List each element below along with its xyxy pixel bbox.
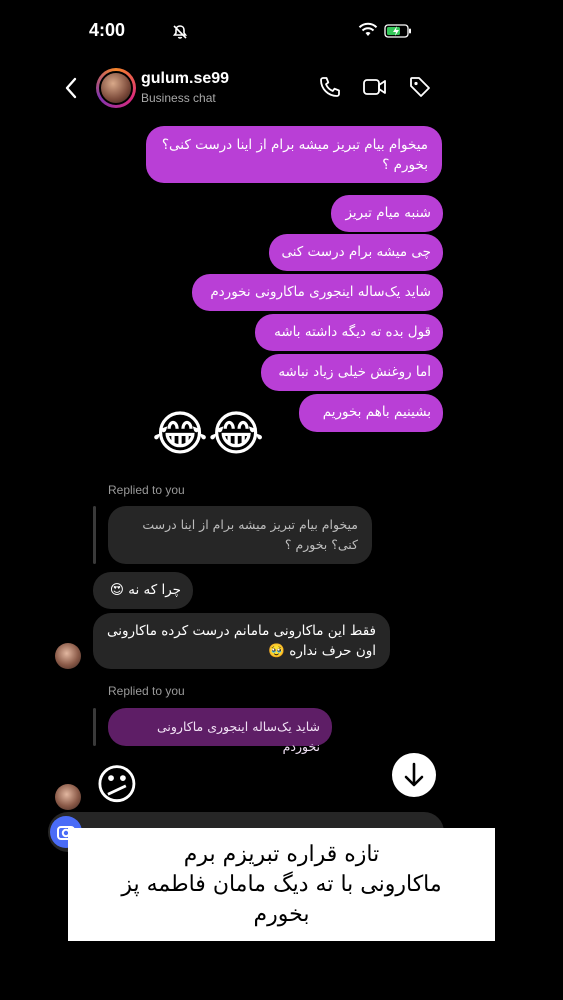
sender-avatar[interactable] [55,643,81,669]
replied-label: Replied to you [108,684,185,698]
message-sent[interactable]: شنبه میام تبریز [331,195,443,232]
message-sent[interactable]: بشینیم باهم بخوریم [299,394,443,432]
confused-emoji-message[interactable]: 😕 [95,758,139,812]
laughing-emoji-message[interactable]: 😂😂 [152,404,264,464]
message-sent[interactable]: قول بده ته دیگه داشته باشه [255,314,443,351]
caption-line-3: بخورم [253,902,310,927]
status-time: 4:00 [89,20,126,40]
battery-charging-icon [384,23,412,42]
profile-avatar[interactable] [96,68,136,108]
message-received[interactable]: چرا که نه 😍 [93,572,193,609]
chat-header: gulum.se99 Business chat [44,62,449,114]
quote-bar [93,506,96,564]
phone-icon[interactable] [318,75,342,103]
caption-overlay: تازه قراره تبریزم برم ماکارونی با ته دیگ… [68,828,495,941]
message-sent[interactable]: میخوام بیام تبریز میشه برام از اینا درست… [146,126,442,183]
caption-line-2: ماکارونی با ته دیگ مامان فاطمه پز [121,872,442,897]
quoted-message[interactable]: میخوام بیام تبریز میشه برام از اینا درست… [108,506,372,564]
scroll-down-button[interactable] [392,753,436,797]
back-arrow-icon[interactable] [64,76,78,104]
video-call-icon[interactable] [362,75,388,103]
chat-username[interactable]: gulum.se99 [141,70,229,88]
quoted-message[interactable]: شاید یک‌ساله اینجوری ماکارونی نخوردم [108,708,332,754]
bell-muted-icon [172,24,188,44]
caption-line-1: تازه قراره تبریزم برم [183,842,380,867]
message-sent[interactable]: چی میشه برام درست کنی [269,234,443,271]
message-sent[interactable]: شاید یک‌ساله اینجوری ماکارونی نخوردم [192,274,443,311]
tag-icon[interactable] [408,75,432,103]
replied-label: Replied to you [108,483,185,497]
status-bar: 4:00 [44,0,449,62]
message-received[interactable]: فقط این ماکارونی مامانم درست کرده ماکارو… [93,613,390,669]
chat-subtitle: Business chat [141,91,216,105]
message-sent[interactable]: اما روغنش خیلی زیاد نباشه [261,354,443,391]
sender-avatar[interactable] [55,784,81,810]
wifi-icon [358,22,378,42]
quote-bar [93,708,96,746]
